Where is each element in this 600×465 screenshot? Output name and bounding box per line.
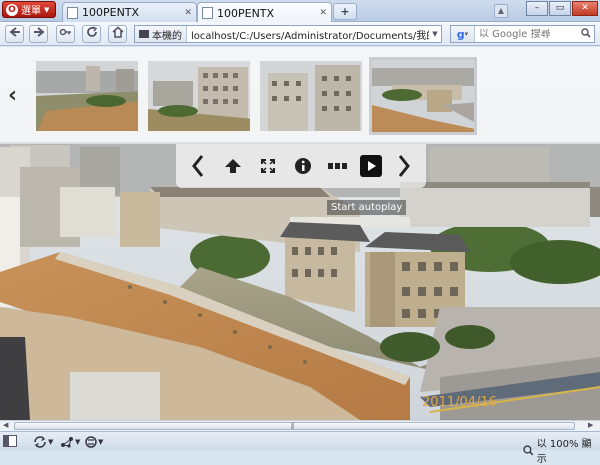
site-info-badge[interactable]: 本機的 xyxy=(135,26,187,42)
new-tab-button[interactable]: + xyxy=(333,3,357,20)
scroll-right-icon[interactable]: ▶ xyxy=(588,421,593,429)
thumbnail-strip: ‹ xyxy=(0,47,600,144)
close-tab-icon[interactable]: ✕ xyxy=(184,8,192,18)
autoplay-tooltip: Start autoplay xyxy=(327,200,407,215)
horizontal-scrollbar[interactable]: ◀ ⦀ ▶ xyxy=(0,420,600,431)
status-bar: ▼ ▼ ▼ 以 100% 顯示 xyxy=(0,431,600,465)
minimize-button[interactable]: – xyxy=(526,1,548,16)
key-icon[interactable] xyxy=(56,25,75,43)
site-label: 本機的 xyxy=(152,30,182,42)
chevron-down-icon: ▼ xyxy=(44,5,50,14)
photo-date-watermark: 2011/04/16 xyxy=(422,395,497,410)
computer-icon xyxy=(139,30,149,38)
menu-label: 選單 xyxy=(21,6,41,17)
forward-arrow-icon[interactable] xyxy=(29,25,48,43)
thumbnail-4-selected[interactable] xyxy=(369,57,477,135)
tab-1[interactable]: 100PENTX ✕ xyxy=(62,2,197,22)
page-icon xyxy=(67,6,78,19)
thumbnail-1[interactable] xyxy=(34,59,140,133)
tab-list-icon[interactable]: ▲ xyxy=(494,4,508,18)
search-input[interactable] xyxy=(475,28,578,40)
close-window-button[interactable]: ✕ xyxy=(572,1,598,16)
sync-icon[interactable]: ▼ xyxy=(33,435,53,448)
page-icon xyxy=(202,7,213,19)
thumbnail-2[interactable] xyxy=(146,59,252,133)
scrollbar-thumb[interactable]: ⦀ xyxy=(14,422,575,431)
play-icon[interactable] xyxy=(360,155,383,177)
chevron-left-icon[interactable]: ‹ xyxy=(8,83,17,108)
turbo-icon[interactable]: ▼ xyxy=(85,435,103,448)
menu-button[interactable]: O 選單 ▼ xyxy=(2,1,56,18)
tab-bar: O 選單 ▼ 100PENTX ✕ 100PENTX ✕ + ▲ – ▭ ✕ xyxy=(0,0,600,23)
reload-icon[interactable] xyxy=(82,25,101,43)
panel-toggle-icon[interactable] xyxy=(3,435,17,447)
previous-icon[interactable] xyxy=(185,151,211,181)
zoom-label: 以 100% 顯示 xyxy=(536,439,592,465)
home-icon[interactable] xyxy=(108,25,127,43)
zoom-icon xyxy=(523,444,534,455)
address-field[interactable]: 本機的 localhost/C:/Users/Administrator/Doc… xyxy=(134,25,442,43)
opera-logo-icon: O xyxy=(6,3,18,16)
thumbnails-icon[interactable] xyxy=(325,151,351,181)
url-text[interactable]: localhost/C:/Users/Administrator/Documen… xyxy=(187,27,429,42)
google-icon[interactable]: g ▾ xyxy=(451,26,475,42)
slideshow-controls xyxy=(176,144,426,188)
restore-button[interactable]: ▭ xyxy=(549,1,571,16)
tab-title: 100PENTX xyxy=(217,6,275,20)
history-dropdown-icon[interactable]: ▼ xyxy=(429,30,441,38)
search-field[interactable]: g ▾ xyxy=(450,25,595,43)
close-tab-icon[interactable]: ✕ xyxy=(319,8,327,18)
unite-icon[interactable]: ▼ xyxy=(60,435,80,448)
address-toolbar: 本機的 localhost/C:/Users/Administrator/Doc… xyxy=(0,22,600,46)
up-arrow-icon[interactable] xyxy=(220,151,246,181)
fullscreen-icon[interactable] xyxy=(255,151,281,181)
next-icon[interactable] xyxy=(391,151,417,181)
tab-2-active[interactable]: 100PENTX ✕ xyxy=(197,2,332,23)
zoom-control[interactable]: 以 100% 顯示 xyxy=(523,435,600,465)
tab-title: 100PENTX xyxy=(82,6,140,19)
thumbnail-3[interactable] xyxy=(258,59,364,133)
page-content: 2011/04/16 ‹ Start autoplay xyxy=(0,47,600,420)
search-icon[interactable] xyxy=(578,27,594,41)
info-icon[interactable] xyxy=(290,151,316,181)
scroll-left-icon[interactable]: ◀ xyxy=(3,421,8,429)
back-arrow-icon[interactable] xyxy=(5,25,24,43)
